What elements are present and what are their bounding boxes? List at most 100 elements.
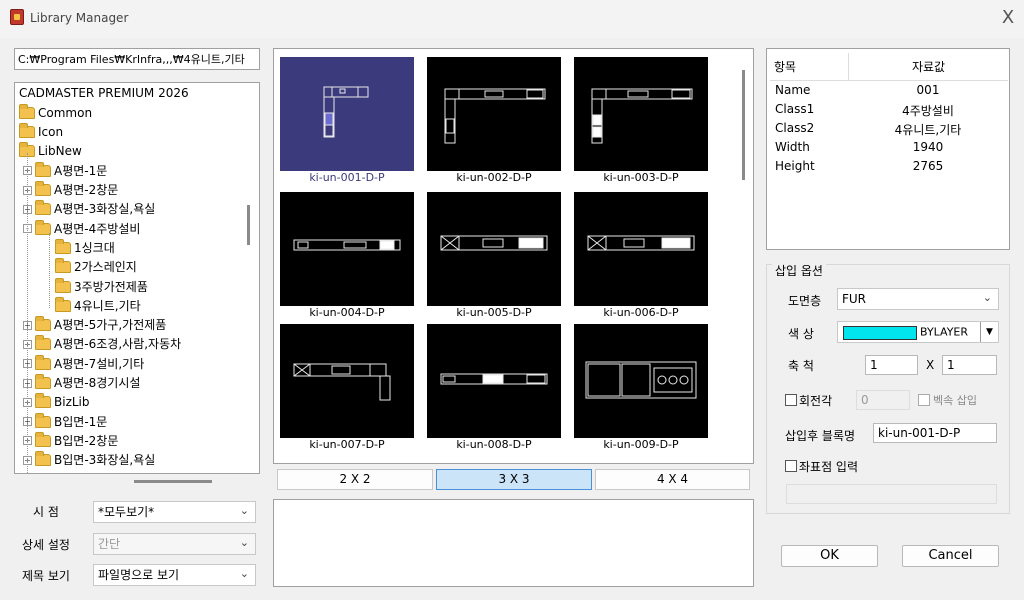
thumbnail[interactable]: [574, 57, 708, 171]
tree-item[interactable]: + A평면-7설비,기타: [23, 354, 144, 372]
layer-select[interactable]: FUR ⌄: [837, 288, 999, 310]
app-icon: [10, 9, 24, 25]
tree-item-label: B입면-1문: [54, 414, 108, 429]
thumbnail[interactable]: [280, 192, 414, 306]
prop-key: Height: [775, 159, 815, 173]
tree-guide-line: [27, 153, 28, 473]
grid-4x4-button[interactable]: 4 X 4: [595, 469, 750, 490]
scale-y-input[interactable]: 1: [942, 355, 997, 375]
tree-item[interactable]: LibNew: [19, 142, 82, 160]
close-button[interactable]: X: [996, 6, 1020, 30]
thumbnail-caption: ki-un-009-D-P: [603, 438, 679, 451]
scale-label: 축 척: [788, 359, 814, 373]
thumbnail-drawing: [444, 88, 546, 144]
path-field[interactable]: C:₩Program Files₩KrInfra,,,₩4유니트,기타: [14, 48, 260, 70]
tree-item-label: A평면-1문: [54, 163, 108, 178]
title-view-select[interactable]: 파일명으로 보기 ⌄: [93, 564, 256, 586]
layer-label: 도면층: [788, 294, 822, 308]
layer-value: FUR: [842, 292, 867, 306]
chevron-down-icon: ⌄: [239, 504, 249, 517]
tree-item-label: A평면-3화장실,욕실: [54, 202, 156, 217]
tree-item[interactable]: + A평면-6조경,사람,자동차: [23, 335, 181, 353]
prop-key: Width: [775, 140, 810, 154]
viewpoint-value: *모두보기*: [98, 505, 155, 519]
thumbnail-caption: ki-un-005-D-P: [456, 306, 532, 319]
tree-item[interactable]: Icon: [19, 123, 63, 141]
thumbnail[interactable]: [574, 192, 708, 306]
cancel-button[interactable]: Cancel: [902, 545, 999, 567]
grid-3x3-button[interactable]: 3 X 3: [436, 469, 592, 490]
scale-x-input[interactable]: 1: [865, 355, 918, 375]
thumbnail[interactable]: [427, 324, 561, 438]
tree-item[interactable]: 2가스레인지: [55, 258, 137, 276]
tree-horizontal-scrollbar[interactable]: [134, 480, 212, 483]
coord-checkbox[interactable]: [785, 460, 797, 472]
description-box[interactable]: [273, 499, 754, 587]
tree-item[interactable]: 4유니트,기타: [55, 296, 141, 314]
prop-value: 001: [916, 83, 940, 97]
ok-button[interactable]: OK: [781, 545, 878, 567]
tree-root[interactable]: CADMASTER PREMIUM 2026: [19, 84, 189, 102]
thumbnail[interactable]: [280, 324, 414, 438]
color-select[interactable]: BYLAYER ▼: [837, 321, 999, 343]
rotate-checkbox[interactable]: [785, 394, 797, 406]
folder-tree[interactable]: CADMASTER PREMIUM 2026 Common Icon LibNew + A…: [14, 82, 260, 474]
tree-item[interactable]: Common: [19, 103, 92, 121]
thumbnail-caption: ki-un-003-D-P: [603, 171, 679, 184]
thumbnail[interactable]: [427, 192, 561, 306]
chevron-down-icon: ⌄: [239, 567, 249, 580]
thumbnail-drawing: [440, 373, 548, 385]
folder-icon: [35, 431, 51, 447]
thumbnail[interactable]: [574, 324, 708, 438]
insert-options-title: 삽입 옵션: [772, 262, 826, 279]
tree-item[interactable]: + A평면-3화장실,욕실: [23, 200, 155, 218]
folder-icon: [55, 296, 71, 312]
tree-item-label: B입면-3화장실,욕실: [54, 453, 156, 468]
tree-item[interactable]: 1싱크대: [55, 238, 115, 256]
tree-item[interactable]: 3주방가전제품: [55, 277, 148, 295]
tree-item-label: A평면-5가구,가전제품: [54, 318, 167, 333]
multi-insert-checkbox: [918, 394, 930, 406]
prop-header-value: 자료값: [848, 53, 1008, 81]
prop-value: 2765: [912, 159, 944, 173]
tree-item[interactable]: + A평면-1문: [23, 161, 107, 179]
blockname-input[interactable]: ki-un-001-D-P: [873, 423, 997, 443]
grid-scrollbar[interactable]: [742, 70, 745, 180]
window-title: Library Manager: [30, 11, 129, 25]
viewpoint-select[interactable]: *모두보기* ⌄: [93, 501, 256, 523]
folder-icon: [35, 412, 51, 428]
thumbnail-drawing: [585, 361, 697, 399]
tree-item[interactable]: + A평면-8경기시설: [23, 374, 140, 392]
tree-guide-line: [49, 233, 50, 308]
prop-value: 4주방설비: [902, 104, 954, 118]
thumbnail[interactable]: [280, 57, 414, 171]
tree-item-label: BizLib: [54, 395, 90, 410]
grid-2x2-button[interactable]: 2 X 2: [277, 469, 433, 490]
thumbnail-drawing: [323, 86, 369, 138]
thumbnail-grid[interactable]: ki-un-001-D-P ki-un-002-D-P ki-un-003-D-P k…: [273, 48, 754, 464]
title-view-value: 파일명으로 보기: [98, 568, 180, 582]
tree-item-label: LibNew: [38, 144, 82, 159]
tree-item[interactable]: - A평면-4주방설비: [23, 219, 140, 237]
tree-item[interactable]: + B입면-2창문: [23, 431, 118, 449]
tree-item-label: Common: [38, 105, 93, 120]
tree-item[interactable]: + B입면-3화장실,욕실: [23, 451, 155, 469]
prop-header-key: 항목: [770, 53, 848, 81]
tree-item-label: A평면-4주방설비: [54, 221, 141, 236]
tree-item[interactable]: + B입면-1문: [23, 412, 107, 430]
tree-item[interactable]: + A평면-5가구,가전제품: [23, 316, 166, 334]
prop-key: Name: [775, 83, 811, 97]
prop-value: 1940: [912, 140, 944, 154]
thumbnail-caption: ki-un-007-D-P: [309, 438, 385, 451]
dropdown-arrow-icon[interactable]: ▼: [980, 322, 998, 342]
tree-scrollbar[interactable]: [247, 205, 250, 245]
folder-icon: [55, 258, 71, 274]
thumbnail[interactable]: [427, 57, 561, 171]
blockname-label: 삽입후 블록명: [785, 429, 856, 443]
coord-input: [786, 484, 997, 504]
chevron-down-icon: ⌄: [982, 291, 992, 304]
tree-item[interactable]: + A평면-2창문: [23, 181, 118, 199]
tree-item[interactable]: + BizLib: [23, 393, 90, 411]
tree-item-label: A평면-6조경,사람,자동차: [54, 337, 182, 352]
folder-icon: [35, 374, 51, 389]
